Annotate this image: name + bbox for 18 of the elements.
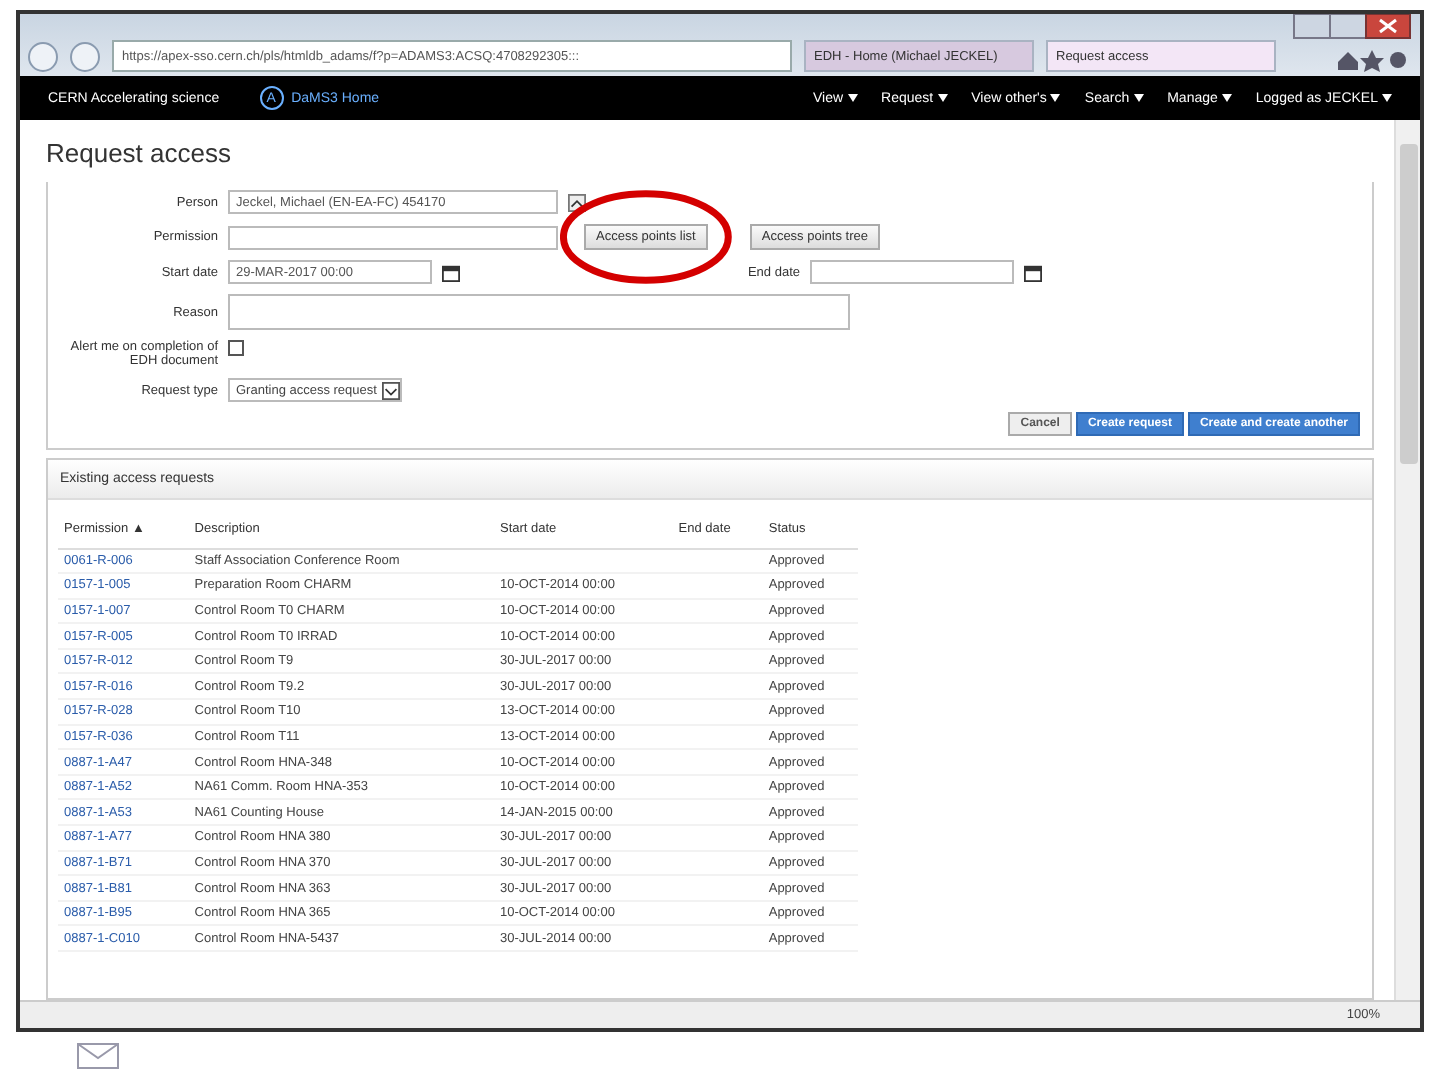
alert-checkbox[interactable] xyxy=(228,340,244,356)
caret-icon xyxy=(937,94,948,102)
caret-icon xyxy=(847,94,858,102)
reason-field[interactable] xyxy=(228,294,850,330)
scrollbar[interactable] xyxy=(1394,120,1420,1000)
dropdown-icon[interactable] xyxy=(382,381,401,399)
window-controls-icon[interactable] xyxy=(1292,14,1412,42)
caret-icon xyxy=(1133,94,1144,102)
caret-icon xyxy=(1221,94,1232,102)
toolbar-icons[interactable] xyxy=(1332,48,1412,72)
caret-icon xyxy=(1050,94,1061,102)
calendar-icon[interactable] xyxy=(442,263,460,281)
envelope-icon xyxy=(76,1042,120,1070)
page-title: Request access xyxy=(46,138,233,168)
calendar-icon[interactable] xyxy=(1024,263,1042,281)
end-date-field[interactable] xyxy=(810,260,1014,284)
caret-icon xyxy=(1382,94,1392,102)
permission-field[interactable] xyxy=(228,225,558,249)
